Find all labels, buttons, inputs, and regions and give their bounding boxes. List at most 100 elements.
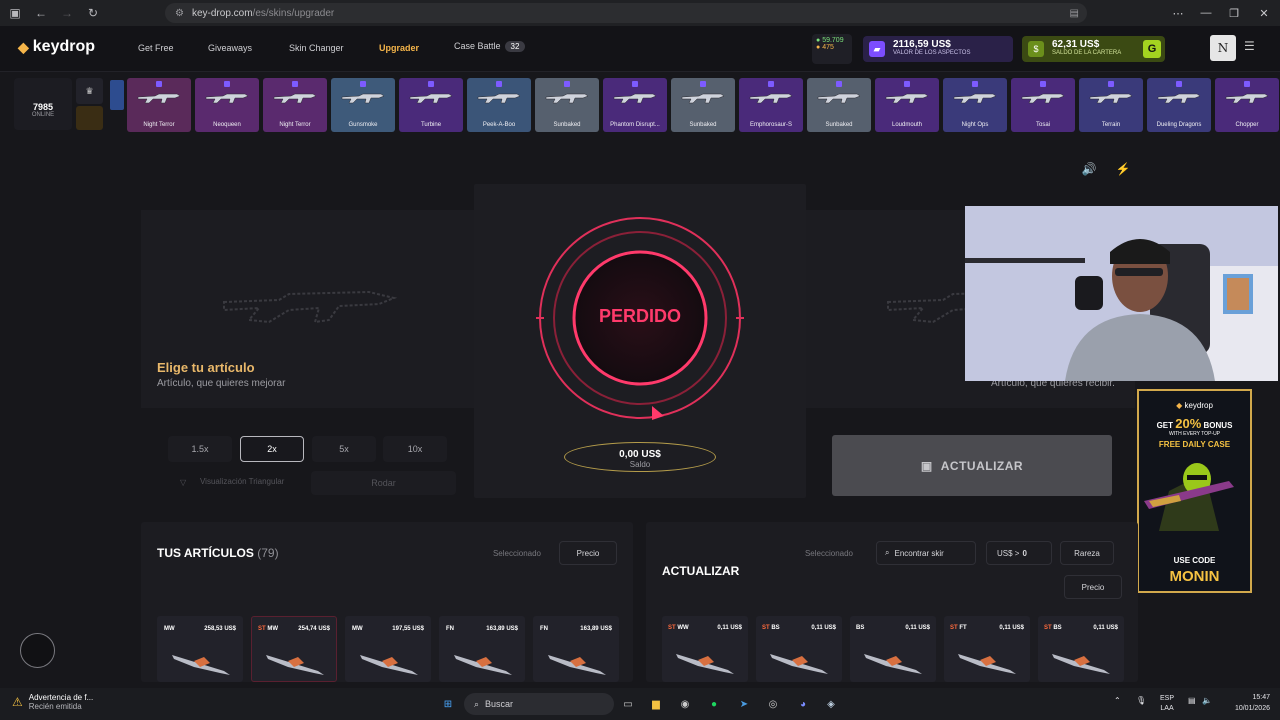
forward-icon[interactable]: → xyxy=(56,2,78,24)
item-card[interactable]: MW 258,53 US$ xyxy=(157,616,243,682)
logo-text: keydrop xyxy=(32,38,96,55)
nav-case-battle[interactable]: Case Battle 32 xyxy=(454,41,526,52)
tab-icon[interactable]: ▣ xyxy=(4,2,26,24)
live-drop-item[interactable]: Neoqueen xyxy=(195,78,259,132)
system-clock[interactable]: 15:47 10/01/2026 xyxy=(1222,693,1270,714)
multiplier-10x[interactable]: 10x xyxy=(383,436,447,462)
item-card[interactable]: MW 197,55 US$ xyxy=(345,616,431,682)
promo-banner[interactable]: ◆ keydrop GET 20% BONUS WITH EVERY TOP-U… xyxy=(1137,389,1252,593)
live-drop-item[interactable]: Turbine xyxy=(399,78,463,132)
restore-icon[interactable]: ❐ xyxy=(1218,0,1250,26)
nav-upgrader[interactable]: Upgrader xyxy=(379,43,419,53)
tray-chevron-icon[interactable]: ⌃ xyxy=(1114,696,1121,705)
network-icon[interactable]: ▤ xyxy=(1188,696,1196,705)
site-info-icon[interactable]: ⚙ xyxy=(175,8,184,19)
live-drop-item[interactable]: Terrain xyxy=(1079,78,1143,132)
weapon-icon xyxy=(1089,93,1133,104)
live-drop-item[interactable]: Night Terror xyxy=(263,78,327,132)
skin-search-input[interactable]: ⌕ Encontrar skir xyxy=(876,541,976,565)
live-drop-item[interactable]: Night Terror xyxy=(127,78,191,132)
item-card[interactable]: ST FT 0,11 US$ xyxy=(944,616,1030,682)
item-card[interactable]: ST WW 0,11 US$ xyxy=(662,616,748,682)
item-card[interactable]: ST BS 0,11 US$ xyxy=(1038,616,1124,682)
back-icon[interactable]: ← xyxy=(30,2,52,24)
microphone-icon[interactable]: 🎙 xyxy=(1136,696,1146,705)
live-drop-item[interactable]: Dueling Dragons xyxy=(1147,78,1211,132)
live-drop-item[interactable]: Emphorosaur-S xyxy=(739,78,803,132)
top-drop-filter[interactable] xyxy=(76,106,103,130)
fast-mode-icon[interactable]: ⚡ xyxy=(1114,160,1132,178)
multiplier-1-5x[interactable]: 1.5x xyxy=(168,436,232,462)
selected-filter[interactable]: Seleccionado xyxy=(479,541,555,565)
online-label: ONLINE xyxy=(31,112,55,118)
reader-icon[interactable]: ▤ xyxy=(1070,8,1079,19)
task-view-icon[interactable]: ▭ xyxy=(620,696,636,712)
triangular-toggle[interactable]: ▽ Visualización Triangular xyxy=(168,469,308,495)
target-selected-filter[interactable]: Seleccionado xyxy=(790,541,868,565)
item-card[interactable]: ST MW 254,74 US$ xyxy=(251,616,337,682)
browser-icon[interactable]: ◉ xyxy=(677,696,693,712)
item-image xyxy=(1052,654,1110,674)
live-drop-item[interactable]: Sunbaked xyxy=(807,78,871,132)
skins-value-box[interactable]: ▰ 2116,59 US$ VALOR DE LOS ASPECTOS xyxy=(863,36,1013,62)
nav-get-free[interactable]: Get Free xyxy=(138,43,174,53)
live-drop-item[interactable]: Chopper xyxy=(1215,78,1279,132)
live-drop-item[interactable]: Gunsmoke xyxy=(331,78,395,132)
live-drop-item[interactable]: Tosai xyxy=(1011,78,1075,132)
app-icon[interactable]: ◎ xyxy=(765,696,781,712)
item-card[interactable]: FN 163,89 US$ xyxy=(533,616,619,682)
live-drop-item[interactable]: Phantom Disrupt... xyxy=(603,78,667,132)
price-sort-button[interactable]: Precio xyxy=(559,541,617,565)
volume-icon[interactable]: 🔈 xyxy=(1202,696,1212,705)
live-drop-item[interactable]: Sunbaked xyxy=(671,78,735,132)
avatar[interactable]: N xyxy=(1210,35,1236,61)
address-bar[interactable]: ⚙ key-drop.com/es/skins/upgrader ▤ xyxy=(165,3,1087,23)
windows-start-icon[interactable]: ⊞ xyxy=(440,696,456,712)
min-price-input[interactable]: US$ > 0 xyxy=(986,541,1052,565)
telegram-icon[interactable]: ➤ xyxy=(736,696,752,712)
live-drop-item[interactable]: Loudmouth xyxy=(875,78,939,132)
reload-icon[interactable]: ↻ xyxy=(82,2,104,24)
close-icon[interactable]: ✕ xyxy=(1248,0,1280,26)
coins-box[interactable]: ● 59.709 ● 475 xyxy=(812,34,852,64)
item-card[interactable]: FN 163,89 US$ xyxy=(439,616,525,682)
multiplier-2x[interactable]: 2x xyxy=(240,436,304,462)
deposit-button[interactable]: G xyxy=(1143,40,1161,58)
multiplier-5x[interactable]: 5x xyxy=(312,436,376,462)
taskbar-search[interactable]: ⌕ Buscar xyxy=(464,693,614,715)
item-card[interactable]: ST BS 0,11 US$ xyxy=(756,616,842,682)
live-drop-item[interactable]: Night Ops xyxy=(943,78,1007,132)
wear-label: FN xyxy=(540,626,548,632)
item-wear: ST FT xyxy=(950,625,967,631)
target-price-sort[interactable]: Precio xyxy=(1064,575,1122,599)
discord-icon[interactable]: ◕ xyxy=(795,696,811,712)
file-explorer-icon[interactable]: ▆ xyxy=(648,696,664,712)
language-indicator[interactable]: ESP LAA xyxy=(1160,694,1174,714)
upgrade-button[interactable]: ▣ ACTUALIZAR xyxy=(832,435,1112,496)
item-card[interactable]: BS 0,11 US$ xyxy=(850,616,936,682)
logo[interactable]: ◆ keydrop xyxy=(18,38,95,56)
weapon-icon xyxy=(953,93,997,104)
skins-value: 2116,59 US$ xyxy=(893,39,951,51)
steam-icon[interactable]: ◈ xyxy=(823,696,839,712)
crown-icon[interactable]: ♛ xyxy=(76,78,103,104)
source-item-panel[interactable]: Elige tu artículo Artículo, que quieres … xyxy=(141,210,476,408)
item-price: 258,53 US$ xyxy=(204,626,236,632)
live-drop-item[interactable]: Peek-A-Boo xyxy=(467,78,531,132)
chat-toggle-button[interactable] xyxy=(20,633,55,668)
live-drop-item[interactable]: Sunbaked xyxy=(535,78,599,132)
sound-icon[interactable]: 🔊 xyxy=(1080,160,1098,178)
rarity-tag xyxy=(360,81,366,87)
wallet-box[interactable]: $ 62,31 US$ SALDO DE LA CARTERA G xyxy=(1022,36,1165,62)
spin-button[interactable]: Rodar xyxy=(311,471,456,495)
spotify-icon[interactable]: ● xyxy=(706,696,722,712)
notification-title: Advertencia de f... xyxy=(28,693,94,702)
nav-skin-changer[interactable]: Skin Changer xyxy=(289,43,344,53)
item-image xyxy=(266,655,324,675)
notification[interactable]: ⚠ Advertencia de f... Recién emitida xyxy=(12,693,93,711)
search-icon: ⌕ xyxy=(474,698,480,709)
hamburger-icon[interactable]: ☰ xyxy=(1244,39,1258,53)
nav-giveaways[interactable]: Giveaways xyxy=(208,43,252,53)
item-price: 0,11 US$ xyxy=(717,625,742,631)
rarity-filter[interactable]: Rareza xyxy=(1060,541,1114,565)
